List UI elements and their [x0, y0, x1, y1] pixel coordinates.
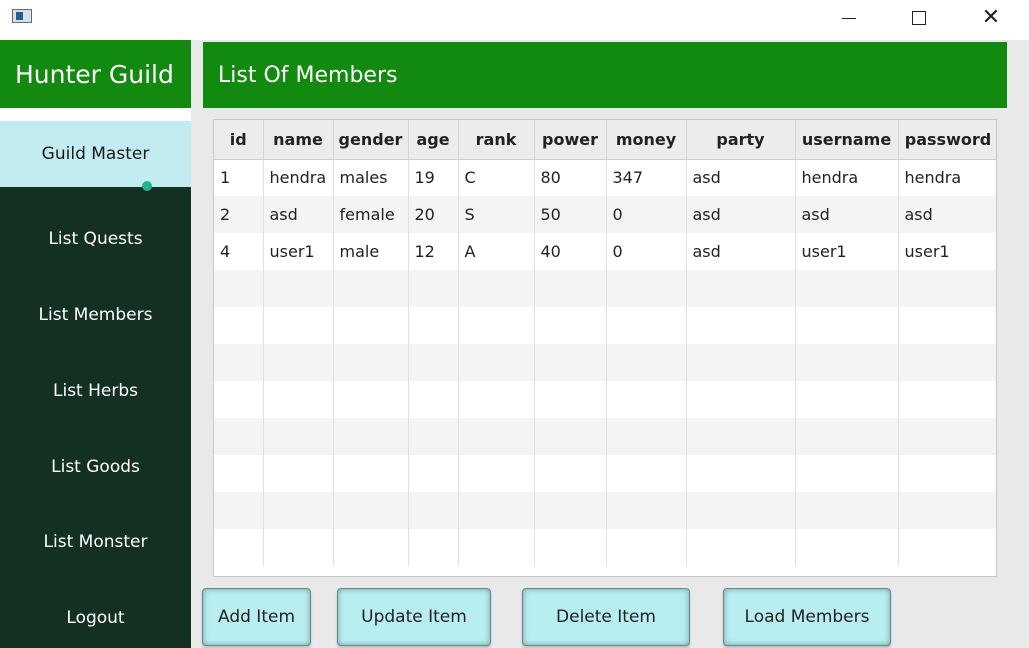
- sidebar-item-label: List Members: [38, 305, 153, 325]
- close-button[interactable]: ✕: [968, 0, 1014, 36]
- app-title: Hunter Guild: [15, 59, 174, 89]
- sidebar-item-list-goods[interactable]: List Goods: [0, 429, 191, 505]
- table-cell: C: [458, 159, 535, 196]
- add-item-button[interactable]: Add Item: [202, 588, 311, 646]
- column-header-username[interactable]: username: [795, 120, 899, 160]
- empty-row: [214, 344, 996, 381]
- table-cell: male: [333, 233, 409, 270]
- table-cell: 4: [214, 233, 264, 270]
- table-cell: asd: [263, 196, 334, 233]
- delete-item-button-label: Delete Item: [556, 607, 656, 627]
- page-header: List Of Members: [203, 42, 1007, 108]
- sidebar-item-label: List Goods: [51, 457, 140, 477]
- app-icon: [12, 9, 32, 23]
- table-cell: 0: [606, 196, 687, 233]
- table-cell: hendra: [795, 159, 899, 196]
- sidebar-item-list-members[interactable]: List Members: [0, 277, 191, 353]
- table-cell: 2: [214, 196, 264, 233]
- table-cell: hendra: [263, 159, 334, 196]
- table-row[interactable]: 2 asd female 20 S 50 0 asd asd asd: [214, 196, 996, 233]
- empty-row: [214, 381, 996, 418]
- table-cell: 40: [534, 233, 607, 270]
- table-cell: S: [458, 196, 535, 233]
- maximize-icon: [912, 11, 926, 25]
- empty-row: [214, 307, 996, 344]
- table-cell: 80: [534, 159, 607, 196]
- column-header-id[interactable]: id: [214, 120, 264, 160]
- empty-row: [214, 492, 996, 529]
- maximize-button[interactable]: [896, 0, 942, 36]
- update-item-button[interactable]: Update Item: [337, 588, 491, 646]
- sidebar-item-label: Guild Master: [41, 144, 150, 164]
- table-cell: A: [458, 233, 535, 270]
- table-cell: user1: [263, 233, 334, 270]
- table-row[interactable]: 1 hendra males 19 C 80 347 asd hendra he…: [214, 159, 996, 196]
- sidebar-item-label: Logout: [66, 608, 125, 628]
- table-cell: 50: [534, 196, 607, 233]
- sidebar-item-label: List Herbs: [53, 381, 138, 401]
- table-cell: 347: [606, 159, 687, 196]
- sidebar-title: Hunter Guild: [0, 40, 191, 108]
- window-titlebar: ✕: [0, 0, 1029, 40]
- table-cell: males: [333, 159, 409, 196]
- table-cell: user1: [898, 233, 996, 270]
- column-header-money[interactable]: money: [606, 120, 687, 160]
- table-cell: user1: [795, 233, 899, 270]
- update-item-button-label: Update Item: [361, 607, 467, 627]
- column-header-password[interactable]: password: [898, 120, 996, 160]
- sidebar-item-guild-master[interactable]: Guild Master: [0, 121, 191, 187]
- table-cell: asd: [898, 196, 996, 233]
- main-content: List Of Members id name gender age rank …: [191, 40, 1029, 648]
- sidebar-item-list-quests[interactable]: List Quests: [0, 201, 191, 277]
- sidebar-item-list-monster[interactable]: List Monster: [0, 504, 191, 580]
- close-icon: ✕: [981, 5, 1001, 30]
- column-header-rank[interactable]: rank: [458, 120, 535, 160]
- sidebar-item-label: List Monster: [43, 532, 148, 552]
- sidebar-divider: [0, 108, 191, 121]
- sidebar-item-label: List Quests: [48, 229, 143, 249]
- empty-row: [214, 270, 996, 307]
- active-indicator-dot: [142, 181, 152, 191]
- sidebar-item-list-herbs[interactable]: List Herbs: [0, 353, 191, 429]
- minimize-icon: [842, 17, 856, 19]
- delete-item-button[interactable]: Delete Item: [522, 588, 690, 646]
- table-cell: 20: [408, 196, 459, 233]
- empty-row: [214, 529, 996, 566]
- empty-row: [214, 418, 996, 455]
- load-members-button-label: Load Members: [744, 607, 870, 627]
- empty-row: [214, 455, 996, 492]
- table-cell: 1: [214, 159, 264, 196]
- table-cell: asd: [686, 196, 796, 233]
- column-header-gender[interactable]: gender: [333, 120, 409, 160]
- add-item-button-label: Add Item: [217, 607, 295, 627]
- table-cell: asd: [686, 233, 796, 270]
- page-title: List Of Members: [218, 62, 398, 88]
- members-table[interactable]: id name gender age rank power money part…: [213, 119, 997, 577]
- minimize-button[interactable]: [826, 0, 872, 36]
- column-header-name[interactable]: name: [263, 120, 334, 160]
- table-cell: hendra: [898, 159, 996, 196]
- column-header-party[interactable]: party: [686, 120, 796, 160]
- table-cell: 12: [408, 233, 459, 270]
- table-cell: 19: [408, 159, 459, 196]
- column-header-age[interactable]: age: [408, 120, 459, 160]
- sidebar-item-logout[interactable]: Logout: [0, 580, 191, 648]
- column-header-power[interactable]: power: [534, 120, 607, 160]
- table-cell: 0: [606, 233, 687, 270]
- load-members-button[interactable]: Load Members: [723, 588, 891, 646]
- sidebar: Hunter Guild Guild Master List Quests Li…: [0, 40, 191, 648]
- table-cell: asd: [795, 196, 899, 233]
- table-cell: asd: [686, 159, 796, 196]
- table-header-row: id name gender age rank power money part…: [214, 120, 996, 160]
- table-cell: female: [333, 196, 409, 233]
- table-row[interactable]: 4 user1 male 12 A 40 0 asd user1 user1: [214, 233, 996, 270]
